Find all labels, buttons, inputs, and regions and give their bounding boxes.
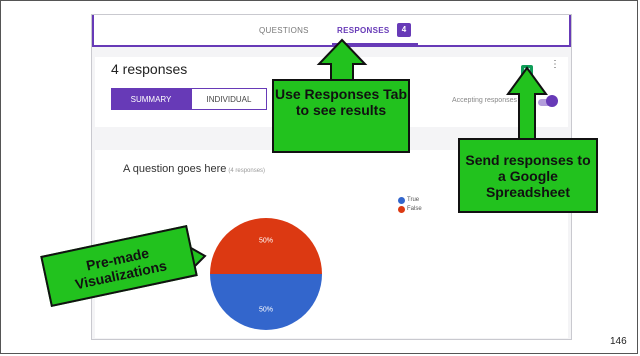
callout-responses-tab: Use Responses Tab to see results [272, 79, 410, 153]
legend-label-false: False [407, 206, 422, 212]
legend-dot-false [398, 206, 405, 213]
responses-title: 4 responses [111, 61, 188, 77]
accepting-responses-label: Accepting responses [452, 97, 517, 104]
question-response-count: (4 responses) [228, 168, 266, 174]
active-tab-indicator [332, 43, 418, 46]
legend-dot-true [398, 197, 405, 204]
individual-button[interactable]: INDIVIDUAL [191, 88, 267, 110]
legend-label-true: True [407, 197, 420, 203]
accepting-toggle-knob[interactable] [546, 95, 558, 107]
legend-item-false: False [398, 205, 422, 214]
chart-legend: True False [398, 196, 422, 214]
tab-bar: QUESTIONS RESPONSES 4 [92, 15, 571, 47]
pie-chart: 50% 50% [210, 218, 322, 330]
question-title-text: A question goes here [123, 163, 227, 175]
pie-slice-false [210, 218, 322, 274]
legend-item-true: True [398, 196, 422, 205]
callout-spreadsheet: Send responses to a Google Spreadsheet [458, 138, 598, 213]
more-vert-icon[interactable]: ⋮ [550, 60, 560, 77]
summary-button[interactable]: SUMMARY [111, 88, 191, 110]
pie-label-false: 50% [259, 237, 273, 244]
google-sheets-icon[interactable] [521, 65, 533, 77]
tab-questions[interactable]: QUESTIONS [259, 26, 309, 35]
question-title: A question goes here (4 responses) [123, 163, 265, 175]
responses-count-badge: 4 [397, 23, 411, 37]
pie-label-true: 50% [259, 307, 273, 314]
tab-responses[interactable]: RESPONSES [337, 26, 390, 35]
pie-slice-true [210, 274, 322, 330]
page-number: 146 [610, 336, 627, 347]
